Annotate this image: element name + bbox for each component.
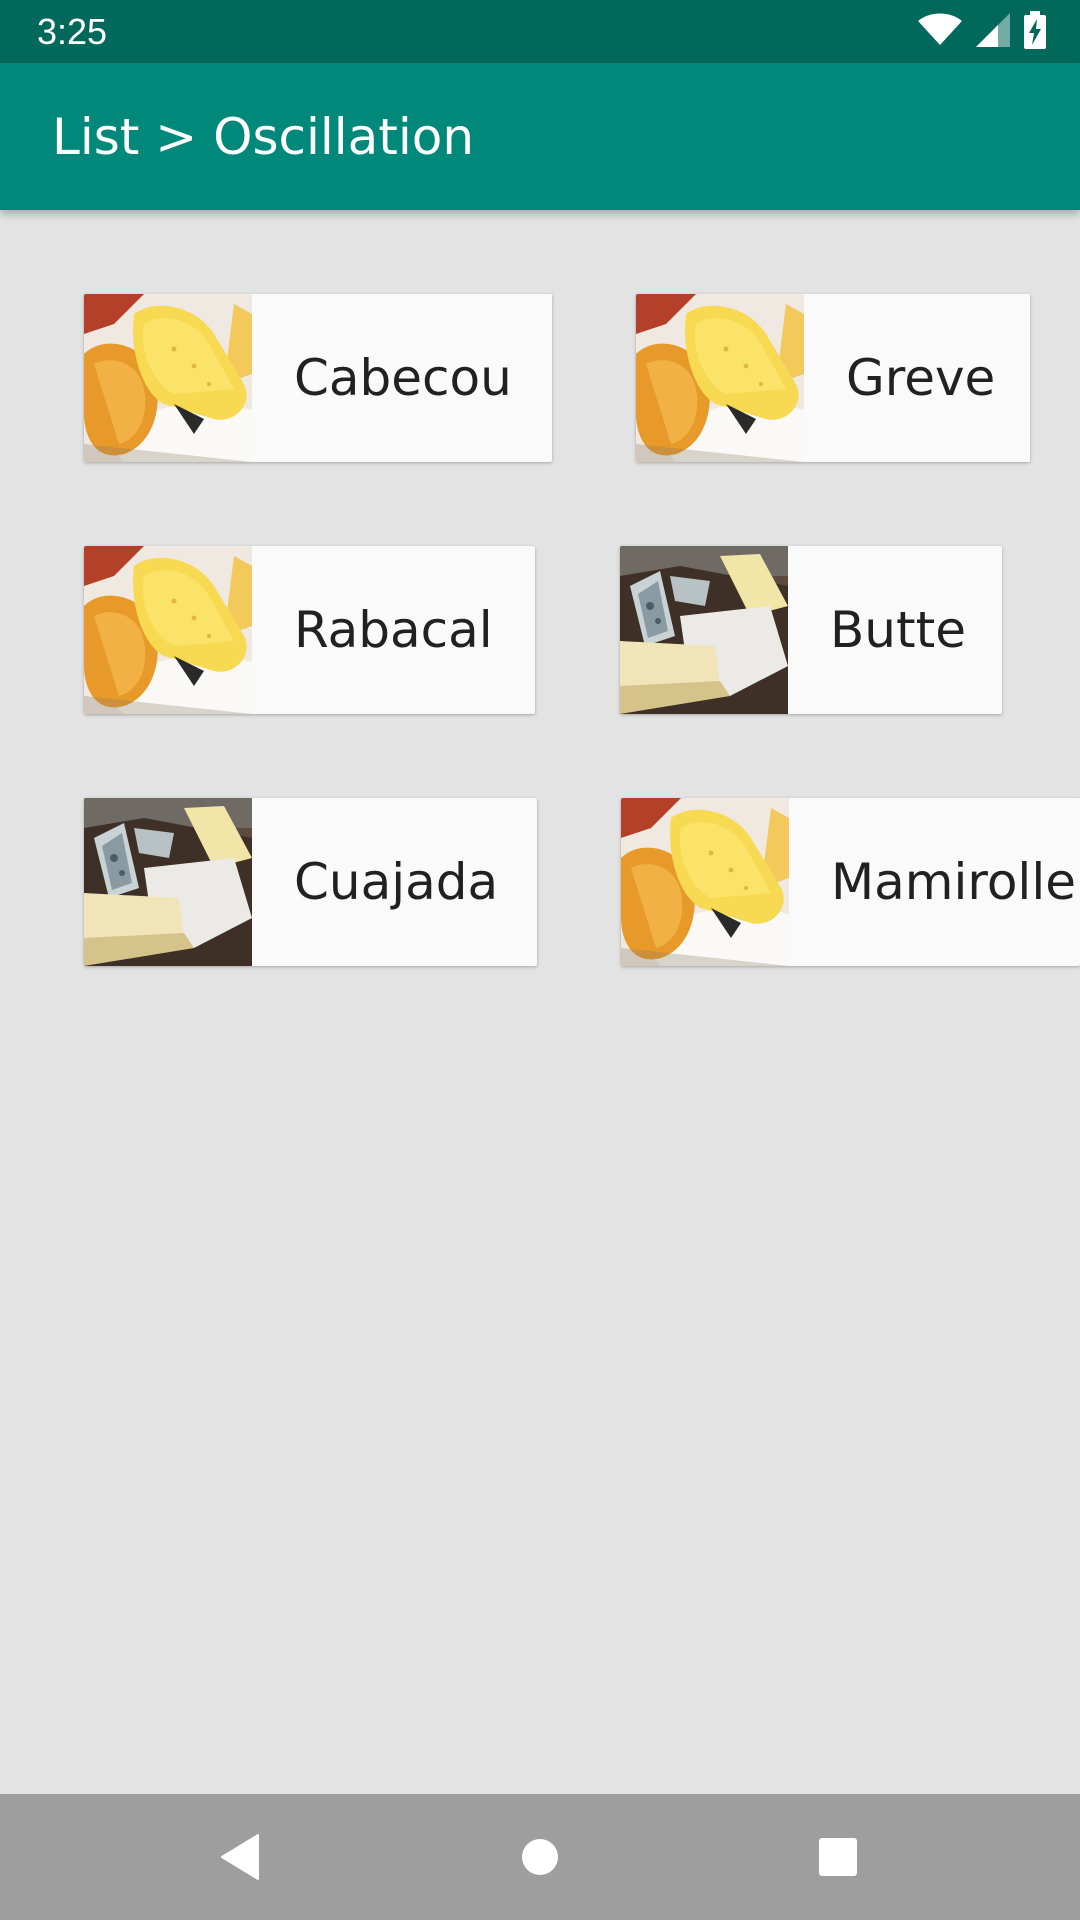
navigation-bar — [0, 1794, 1080, 1920]
list-item-label: Mamirolle — [831, 853, 1076, 911]
cheese-grid: Cabecou Greve Rabacal Butte Cuajada Mami… — [0, 210, 1080, 1794]
yellow-cheese-image — [621, 798, 789, 966]
list-item-mamirolle[interactable]: Mamirolle — [621, 798, 1080, 966]
list-item-cuajada[interactable]: Cuajada — [84, 798, 537, 966]
list-item-label: Rabacal — [294, 601, 493, 659]
home-icon — [522, 1839, 558, 1875]
back-button[interactable] — [210, 1827, 270, 1887]
list-item-label: Cabecou — [294, 349, 512, 407]
yellow-cheese-image — [84, 294, 252, 462]
blue-cheese-plate-image — [620, 546, 788, 714]
yellow-cheese-image — [84, 546, 252, 714]
list-item-greve[interactable]: Greve — [636, 294, 1030, 462]
list-item-butte[interactable]: Butte — [620, 546, 1002, 714]
home-button[interactable] — [510, 1827, 570, 1887]
recents-icon — [819, 1838, 857, 1876]
status-bar: 3:25 — [0, 0, 1080, 63]
blue-cheese-plate-image — [84, 798, 252, 966]
list-item-rabacal[interactable]: Rabacal — [84, 546, 535, 714]
list-item-cabecou[interactable]: Cabecou — [84, 294, 552, 462]
page-title: List > Oscillation — [52, 108, 475, 166]
status-time: 3:25 — [37, 11, 108, 52]
yellow-cheese-image — [636, 294, 804, 462]
list-item-label: Cuajada — [294, 853, 499, 911]
app-bar: List > Oscillation — [0, 63, 1080, 210]
battery-charging-icon — [1024, 11, 1046, 53]
list-item-label: Greve — [846, 349, 996, 407]
signal-icon — [976, 13, 1010, 51]
status-icons — [918, 11, 1046, 53]
list-item-label: Butte — [830, 601, 966, 659]
back-icon — [221, 1834, 259, 1880]
wifi-icon — [918, 13, 962, 51]
recents-button[interactable] — [808, 1827, 868, 1887]
